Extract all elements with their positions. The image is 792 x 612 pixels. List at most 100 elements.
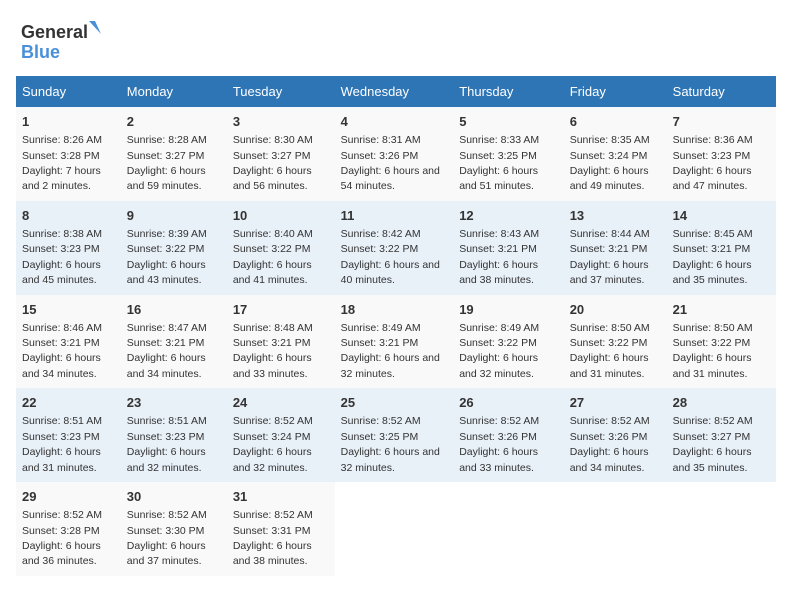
calendar-cell: 22 Sunrise: 8:51 AMSunset: 3:23 PMDaylig… xyxy=(16,388,121,482)
logo-icon: General Blue xyxy=(16,16,106,66)
header-wednesday: Wednesday xyxy=(335,76,454,107)
day-number: 3 xyxy=(233,113,329,131)
calendar-cell: 29 Sunrise: 8:52 AMSunset: 3:28 PMDaylig… xyxy=(16,482,121,576)
calendar-cell: 25 Sunrise: 8:52 AMSunset: 3:25 PMDaylig… xyxy=(335,388,454,482)
header-sunday: Sunday xyxy=(16,76,121,107)
day-info: Sunrise: 8:52 AMSunset: 3:24 PMDaylight:… xyxy=(233,415,313,473)
calendar-cell: 11 Sunrise: 8:42 AMSunset: 3:22 PMDaylig… xyxy=(335,201,454,295)
day-info: Sunrise: 8:47 AMSunset: 3:21 PMDaylight:… xyxy=(127,322,207,380)
day-info: Sunrise: 8:30 AMSunset: 3:27 PMDaylight:… xyxy=(233,134,313,192)
calendar-cell: 12 Sunrise: 8:43 AMSunset: 3:21 PMDaylig… xyxy=(453,201,564,295)
calendar-cell: 14 Sunrise: 8:45 AMSunset: 3:21 PMDaylig… xyxy=(667,201,776,295)
calendar-cell: 7 Sunrise: 8:36 AMSunset: 3:23 PMDayligh… xyxy=(667,107,776,201)
calendar-cell: 23 Sunrise: 8:51 AMSunset: 3:23 PMDaylig… xyxy=(121,388,227,482)
day-number: 7 xyxy=(673,113,770,131)
calendar-cell: 5 Sunrise: 8:33 AMSunset: 3:25 PMDayligh… xyxy=(453,107,564,201)
day-number: 15 xyxy=(22,301,115,319)
calendar-cell: 10 Sunrise: 8:40 AMSunset: 3:22 PMDaylig… xyxy=(227,201,335,295)
calendar-cell: 6 Sunrise: 8:35 AMSunset: 3:24 PMDayligh… xyxy=(564,107,667,201)
day-number: 10 xyxy=(233,207,329,225)
day-number: 4 xyxy=(341,113,448,131)
calendar-cell xyxy=(564,482,667,576)
day-info: Sunrise: 8:43 AMSunset: 3:21 PMDaylight:… xyxy=(459,228,539,286)
day-number: 30 xyxy=(127,488,221,506)
day-info: Sunrise: 8:38 AMSunset: 3:23 PMDaylight:… xyxy=(22,228,102,286)
calendar-cell: 1 Sunrise: 8:26 AMSunset: 3:28 PMDayligh… xyxy=(16,107,121,201)
day-number: 2 xyxy=(127,113,221,131)
calendar-cell: 9 Sunrise: 8:39 AMSunset: 3:22 PMDayligh… xyxy=(121,201,227,295)
day-number: 1 xyxy=(22,113,115,131)
day-number: 23 xyxy=(127,394,221,412)
day-number: 17 xyxy=(233,301,329,319)
calendar-cell: 20 Sunrise: 8:50 AMSunset: 3:22 PMDaylig… xyxy=(564,295,667,389)
day-number: 21 xyxy=(673,301,770,319)
day-info: Sunrise: 8:45 AMSunset: 3:21 PMDaylight:… xyxy=(673,228,753,286)
calendar-cell: 18 Sunrise: 8:49 AMSunset: 3:21 PMDaylig… xyxy=(335,295,454,389)
day-number: 19 xyxy=(459,301,558,319)
day-number: 16 xyxy=(127,301,221,319)
calendar-week-row: 8 Sunrise: 8:38 AMSunset: 3:23 PMDayligh… xyxy=(16,201,776,295)
calendar-cell: 13 Sunrise: 8:44 AMSunset: 3:21 PMDaylig… xyxy=(564,201,667,295)
day-number: 25 xyxy=(341,394,448,412)
day-info: Sunrise: 8:52 AMSunset: 3:26 PMDaylight:… xyxy=(459,415,539,473)
day-number: 20 xyxy=(570,301,661,319)
calendar-cell: 21 Sunrise: 8:50 AMSunset: 3:22 PMDaylig… xyxy=(667,295,776,389)
header-saturday: Saturday xyxy=(667,76,776,107)
day-info: Sunrise: 8:40 AMSunset: 3:22 PMDaylight:… xyxy=(233,228,313,286)
day-number: 9 xyxy=(127,207,221,225)
day-number: 22 xyxy=(22,394,115,412)
day-info: Sunrise: 8:26 AMSunset: 3:28 PMDaylight:… xyxy=(22,134,102,192)
header-friday: Friday xyxy=(564,76,667,107)
svg-text:Blue: Blue xyxy=(21,42,60,62)
day-number: 18 xyxy=(341,301,448,319)
day-number: 12 xyxy=(459,207,558,225)
day-info: Sunrise: 8:52 AMSunset: 3:25 PMDaylight:… xyxy=(341,415,440,473)
calendar-cell xyxy=(453,482,564,576)
day-info: Sunrise: 8:49 AMSunset: 3:22 PMDaylight:… xyxy=(459,322,539,380)
page-header: General Blue xyxy=(16,16,776,66)
calendar-cell xyxy=(335,482,454,576)
day-number: 13 xyxy=(570,207,661,225)
day-number: 11 xyxy=(341,207,448,225)
day-info: Sunrise: 8:35 AMSunset: 3:24 PMDaylight:… xyxy=(570,134,650,192)
calendar-header-row: SundayMondayTuesdayWednesdayThursdayFrid… xyxy=(16,76,776,107)
calendar-cell: 2 Sunrise: 8:28 AMSunset: 3:27 PMDayligh… xyxy=(121,107,227,201)
calendar-cell: 3 Sunrise: 8:30 AMSunset: 3:27 PMDayligh… xyxy=(227,107,335,201)
day-number: 14 xyxy=(673,207,770,225)
day-info: Sunrise: 8:39 AMSunset: 3:22 PMDaylight:… xyxy=(127,228,207,286)
day-info: Sunrise: 8:52 AMSunset: 3:28 PMDaylight:… xyxy=(22,509,102,567)
day-info: Sunrise: 8:48 AMSunset: 3:21 PMDaylight:… xyxy=(233,322,313,380)
day-info: Sunrise: 8:46 AMSunset: 3:21 PMDaylight:… xyxy=(22,322,102,380)
header-monday: Monday xyxy=(121,76,227,107)
calendar-cell xyxy=(667,482,776,576)
day-info: Sunrise: 8:52 AMSunset: 3:31 PMDaylight:… xyxy=(233,509,313,567)
calendar-cell: 4 Sunrise: 8:31 AMSunset: 3:26 PMDayligh… xyxy=(335,107,454,201)
day-number: 8 xyxy=(22,207,115,225)
calendar-week-row: 1 Sunrise: 8:26 AMSunset: 3:28 PMDayligh… xyxy=(16,107,776,201)
day-info: Sunrise: 8:52 AMSunset: 3:30 PMDaylight:… xyxy=(127,509,207,567)
day-info: Sunrise: 8:36 AMSunset: 3:23 PMDaylight:… xyxy=(673,134,753,192)
day-info: Sunrise: 8:50 AMSunset: 3:22 PMDaylight:… xyxy=(570,322,650,380)
day-number: 27 xyxy=(570,394,661,412)
day-info: Sunrise: 8:50 AMSunset: 3:22 PMDaylight:… xyxy=(673,322,753,380)
day-info: Sunrise: 8:28 AMSunset: 3:27 PMDaylight:… xyxy=(127,134,207,192)
calendar-cell: 31 Sunrise: 8:52 AMSunset: 3:31 PMDaylig… xyxy=(227,482,335,576)
day-info: Sunrise: 8:51 AMSunset: 3:23 PMDaylight:… xyxy=(127,415,207,473)
calendar-week-row: 15 Sunrise: 8:46 AMSunset: 3:21 PMDaylig… xyxy=(16,295,776,389)
day-number: 31 xyxy=(233,488,329,506)
day-number: 6 xyxy=(570,113,661,131)
calendar-cell: 16 Sunrise: 8:47 AMSunset: 3:21 PMDaylig… xyxy=(121,295,227,389)
calendar-week-row: 22 Sunrise: 8:51 AMSunset: 3:23 PMDaylig… xyxy=(16,388,776,482)
calendar-cell: 24 Sunrise: 8:52 AMSunset: 3:24 PMDaylig… xyxy=(227,388,335,482)
day-number: 28 xyxy=(673,394,770,412)
day-number: 24 xyxy=(233,394,329,412)
calendar-cell: 19 Sunrise: 8:49 AMSunset: 3:22 PMDaylig… xyxy=(453,295,564,389)
day-number: 29 xyxy=(22,488,115,506)
calendar-cell: 26 Sunrise: 8:52 AMSunset: 3:26 PMDaylig… xyxy=(453,388,564,482)
calendar-week-row: 29 Sunrise: 8:52 AMSunset: 3:28 PMDaylig… xyxy=(16,482,776,576)
day-info: Sunrise: 8:42 AMSunset: 3:22 PMDaylight:… xyxy=(341,228,440,286)
day-info: Sunrise: 8:44 AMSunset: 3:21 PMDaylight:… xyxy=(570,228,650,286)
day-number: 26 xyxy=(459,394,558,412)
day-info: Sunrise: 8:49 AMSunset: 3:21 PMDaylight:… xyxy=(341,322,440,380)
day-info: Sunrise: 8:51 AMSunset: 3:23 PMDaylight:… xyxy=(22,415,102,473)
